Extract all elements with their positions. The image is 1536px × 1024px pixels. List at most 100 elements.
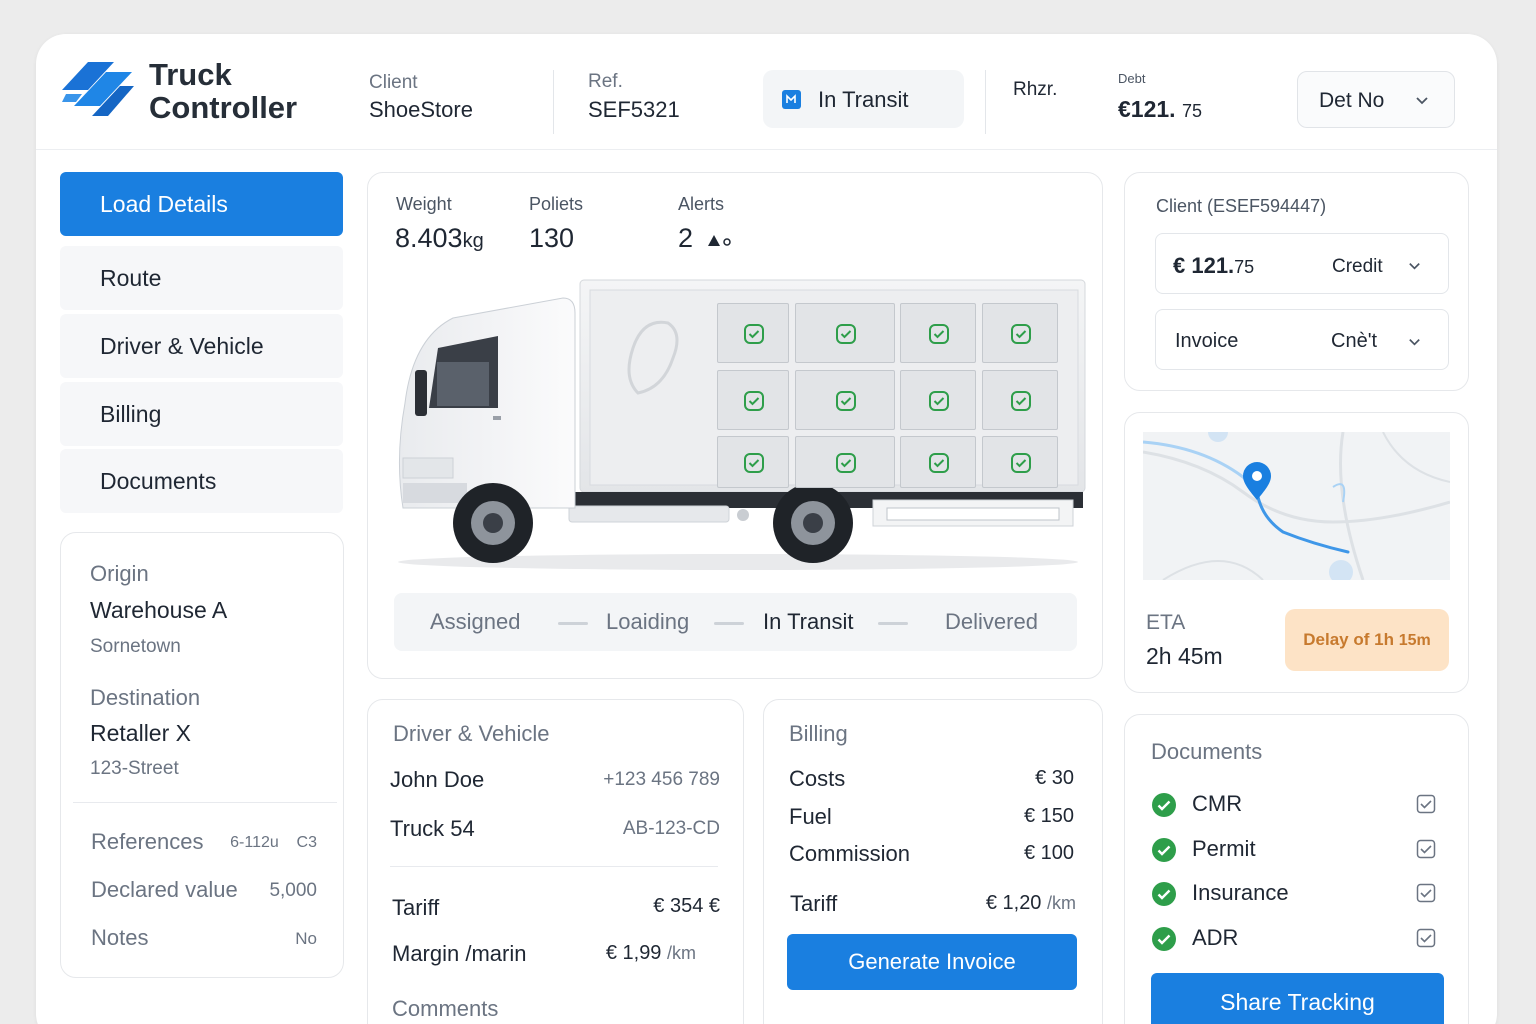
route-map[interactable] xyxy=(1143,432,1450,580)
truck-plate: AB-123-CD xyxy=(622,818,720,839)
pallet-slot xyxy=(717,436,789,488)
document-name: CMR xyxy=(1192,791,1243,816)
pallet-slot xyxy=(717,303,789,363)
step-connector xyxy=(878,622,908,625)
pallet-slot xyxy=(795,436,895,488)
check-icon xyxy=(929,453,949,473)
driver-tariff-value: € 354 € xyxy=(653,895,720,917)
driver-card-title: Driver & Vehicle xyxy=(393,721,550,746)
destination-street: 123-Street xyxy=(90,758,179,779)
eta-value: 2h 45m xyxy=(1146,643,1223,669)
alerts-label: Alerts xyxy=(678,194,725,214)
chevron-down-icon xyxy=(1409,263,1420,270)
pallet-slot xyxy=(717,370,789,430)
check-circle-icon xyxy=(1152,882,1176,906)
client-amount-select[interactable]: € 121.75 Credit xyxy=(1155,233,1449,294)
billing-card: Billing Costs € 30 Fuel € 150 Commission… xyxy=(763,699,1103,1024)
document-item[interactable]: ADR xyxy=(1151,924,1436,954)
ref-label: Ref. xyxy=(588,71,623,92)
invoice-select[interactable]: Invoice Cnè't xyxy=(1155,309,1449,370)
origin-name: Warehouse A xyxy=(90,597,228,623)
check-icon xyxy=(929,391,949,411)
tracking-map-card: ETA 2h 45m Delay of 1h 15m xyxy=(1124,412,1469,693)
pallet-slot xyxy=(900,436,976,488)
check-icon xyxy=(836,453,856,473)
notes-value: No xyxy=(295,929,317,948)
header-divider xyxy=(985,70,986,134)
pallets-value: 130 xyxy=(529,223,575,253)
notes-label: Notes xyxy=(91,925,149,950)
checkbox-icon[interactable] xyxy=(1416,839,1436,859)
client-value: ShoeStore xyxy=(369,97,473,122)
destination-name: Retaller X xyxy=(90,720,191,746)
billing-tariff-value: € 1,20 /km xyxy=(985,892,1076,914)
document-item[interactable]: Permit xyxy=(1151,835,1436,865)
client-amount-type: Credit xyxy=(1332,256,1383,277)
checkbox-icon[interactable] xyxy=(1416,794,1436,814)
divider xyxy=(390,866,718,867)
step-in-transit: In Transit xyxy=(763,609,854,634)
invoice-label: Invoice xyxy=(1175,330,1239,352)
commission-label: Commission xyxy=(789,841,911,866)
invoice-value: Cnè't xyxy=(1331,330,1378,352)
check-icon xyxy=(836,324,856,344)
debt-label: Debt xyxy=(1118,71,1146,86)
status-icon xyxy=(782,90,801,109)
costs-label: Costs xyxy=(789,766,846,791)
check-circle-icon xyxy=(1152,927,1176,951)
step-delivered: Delivered xyxy=(945,609,1038,634)
pallet-slot xyxy=(982,303,1058,363)
pallet-slot xyxy=(900,303,976,363)
document-name: Permit xyxy=(1192,836,1256,861)
billing-card-title: Billing xyxy=(789,721,848,746)
check-icon xyxy=(836,391,856,411)
fuel-value: € 150 xyxy=(1023,805,1074,827)
document-item[interactable]: Insurance xyxy=(1151,879,1436,909)
nav-item-documents[interactable]: Documents xyxy=(60,449,343,513)
check-icon xyxy=(744,391,764,411)
chevron-down-icon xyxy=(1416,97,1428,105)
fuel-label: Fuel xyxy=(789,804,832,829)
nav-item-billing[interactable]: Billing xyxy=(60,382,343,446)
driver-phone[interactable]: +123 456 789 xyxy=(603,769,720,791)
check-icon xyxy=(929,324,949,344)
comments-label: Comments xyxy=(392,996,499,1021)
det-select[interactable]: Det No xyxy=(1297,71,1455,128)
step-loading: Loaiding xyxy=(606,609,690,634)
status-text: In Transit xyxy=(818,87,909,112)
nav-item-route[interactable]: Route xyxy=(60,246,343,310)
check-circle-icon xyxy=(1152,793,1176,817)
nav-item-load-details[interactable]: Load Details xyxy=(60,172,343,236)
nav-item-driver-vehicle[interactable]: Driver & Vehicle xyxy=(60,314,343,378)
destination-label: Destination xyxy=(90,685,201,710)
share-tracking-button[interactable]: Share Tracking xyxy=(1151,973,1444,1024)
weight-value: 8.403kg xyxy=(395,223,484,253)
driver-tariff-label: Tariff xyxy=(392,895,440,920)
check-icon xyxy=(744,324,764,344)
chevron-down-icon xyxy=(1409,339,1420,346)
truck-name: Truck 54 xyxy=(390,816,475,841)
eta-label: ETA xyxy=(1146,611,1186,634)
step-connector xyxy=(714,622,744,625)
pallet-slot xyxy=(795,370,895,430)
checkbox-icon[interactable] xyxy=(1416,883,1436,903)
status-badge[interactable]: In Transit xyxy=(763,70,964,128)
weight-label: Weight xyxy=(396,194,452,214)
client-label: Client xyxy=(369,72,418,93)
step-connector xyxy=(558,622,588,625)
client-amount: € 121.75 xyxy=(1173,253,1255,278)
checkbox-icon[interactable] xyxy=(1416,928,1436,948)
pallets-label: Poliets xyxy=(529,194,584,214)
document-item[interactable]: CMR xyxy=(1151,790,1436,820)
debt-value: €121. 75 xyxy=(1118,96,1202,122)
costs-value: € 30 xyxy=(1035,767,1074,789)
declared-value-label: Declared value xyxy=(91,877,238,902)
check-icon xyxy=(1011,453,1031,473)
client-panel: Client (ESEF594447) € 121.75 Credit Invo… xyxy=(1124,172,1469,391)
pallet-slot xyxy=(795,303,895,363)
generate-invoice-button[interactable]: Generate Invoice xyxy=(787,934,1077,990)
driver-name: John Doe xyxy=(390,767,485,792)
document-name: Insurance xyxy=(1192,880,1289,905)
commission-value: € 100 xyxy=(1023,842,1074,864)
declared-value: 5,000 xyxy=(269,880,317,901)
